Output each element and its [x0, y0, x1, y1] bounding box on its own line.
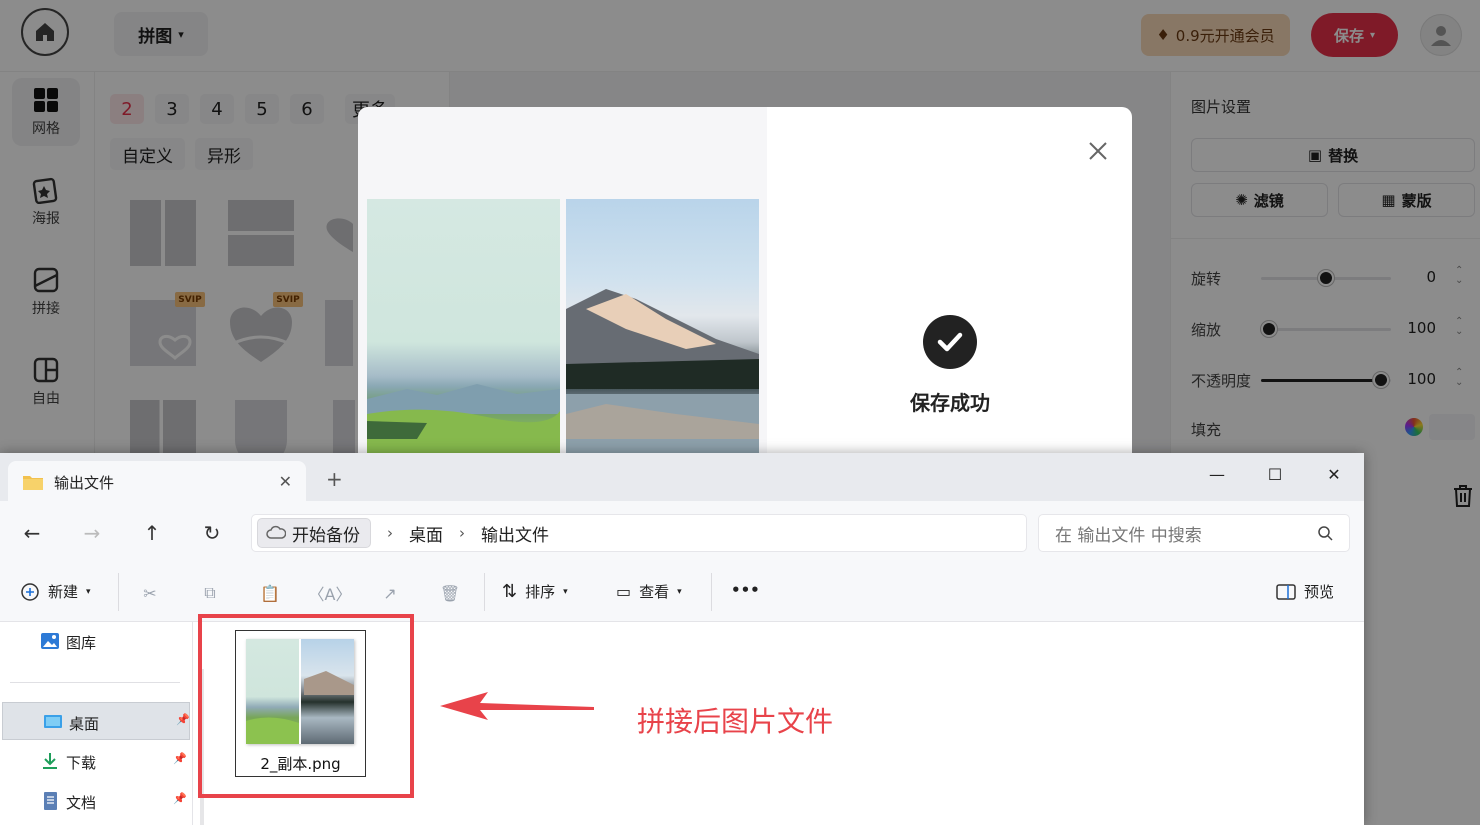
- mountain-lake-image: [566, 289, 759, 459]
- new-label: 新建: [48, 583, 79, 601]
- chevron-down-icon: ▾: [677, 586, 682, 597]
- chevron-right-icon: ›: [459, 524, 465, 542]
- new-button[interactable]: 新建 ▾: [20, 581, 91, 602]
- divider: [118, 573, 119, 611]
- pin-icon: 📌: [173, 792, 187, 805]
- close-icon[interactable]: [1086, 139, 1110, 163]
- documents-icon: [44, 792, 57, 810]
- up-button[interactable]: ↑: [136, 517, 168, 549]
- plus-circle-icon: [21, 582, 39, 601]
- sidebar-item-label: 桌面: [69, 715, 100, 733]
- maximize-button[interactable]: ☐: [1255, 459, 1295, 489]
- preview-area: [358, 107, 767, 467]
- close-window-button[interactable]: ✕: [1314, 459, 1354, 489]
- preview-pane-icon: [1276, 583, 1296, 600]
- share-icon[interactable]: ↗: [379, 582, 401, 604]
- sidebar-item-desktop[interactable]: 桌面 📌: [2, 702, 190, 740]
- tab-bar: 输出文件 ✕ + — ☐ ✕: [0, 453, 1364, 503]
- delete-icon[interactable]: 🗑: [439, 582, 461, 604]
- tab-title: 输出文件: [54, 473, 115, 492]
- annotation-label: 拼接后图片文件: [637, 705, 834, 738]
- gallery-icon: [41, 633, 59, 649]
- breadcrumb-backup[interactable]: 开始备份: [257, 518, 371, 548]
- sidebar-item-label: 图库: [66, 634, 97, 652]
- success-message: 保存成功: [910, 391, 990, 415]
- navigation-pane: 图库 桌面 📌 下载 📌 文档 📌: [0, 622, 193, 825]
- highlight-box: [198, 614, 414, 798]
- close-tab-icon[interactable]: ✕: [279, 472, 292, 491]
- breadcrumb-label: 开始备份: [292, 525, 360, 546]
- forward-button[interactable]: →: [76, 517, 108, 549]
- paste-icon[interactable]: 📋: [259, 582, 281, 604]
- more-options-button[interactable]: •••: [731, 581, 760, 599]
- success-check-icon: [923, 315, 977, 369]
- breadcrumb-desktop[interactable]: 桌面: [409, 521, 443, 546]
- preview-button[interactable]: 预览: [1276, 581, 1334, 602]
- breadcrumb-output[interactable]: 输出文件: [481, 521, 549, 546]
- cloud-icon: [266, 525, 286, 539]
- divider: [10, 682, 180, 683]
- address-bar: ← → ↑ ↻ 开始备份 › 桌面 › 输出文件 在 输出文件 中搜索: [0, 501, 1364, 563]
- search-input[interactable]: 在 输出文件 中搜索: [1038, 514, 1350, 552]
- sidebar-item-label: 下载: [66, 754, 97, 772]
- download-icon: [43, 753, 57, 769]
- desktop-icon: [44, 715, 62, 728]
- search-icon: [1318, 526, 1333, 541]
- refresh-button[interactable]: ↻: [196, 517, 228, 549]
- search-placeholder: 在 输出文件 中搜索: [1055, 525, 1202, 546]
- folder-icon: [23, 476, 43, 490]
- pin-icon: 📌: [173, 752, 187, 765]
- copy-icon[interactable]: ⧉: [199, 582, 221, 604]
- sort-button[interactable]: ⇅ 排序 ▾: [502, 581, 568, 602]
- new-tab-button[interactable]: +: [326, 467, 343, 491]
- back-button[interactable]: ←: [16, 517, 48, 549]
- view-icon: ▭: [616, 582, 632, 601]
- cut-icon[interactable]: ✂: [139, 582, 161, 604]
- chevron-right-icon: ›: [387, 524, 393, 542]
- save-success-modal: 保存成功: [358, 107, 1132, 467]
- breadcrumb[interactable]: 开始备份 › 桌面 › 输出文件: [251, 514, 1027, 552]
- sidebar-item-label: 文档: [66, 794, 97, 812]
- minimize-button[interactable]: —: [1197, 459, 1237, 489]
- view-label: 查看: [639, 583, 670, 601]
- view-button[interactable]: ▭ 查看 ▾: [616, 581, 682, 602]
- tab-output-folder[interactable]: 输出文件 ✕: [8, 461, 306, 503]
- divider: [484, 573, 485, 611]
- sidebar-item-gallery[interactable]: 图库: [0, 622, 190, 660]
- sort-icon: ⇅: [502, 581, 518, 602]
- arrow-left-icon: [440, 692, 594, 720]
- chevron-down-icon: ▾: [86, 586, 91, 597]
- rename-icon[interactable]: 〈A〉: [309, 582, 352, 604]
- preview-photo-right: [566, 199, 759, 459]
- sidebar-item-documents[interactable]: 文档 📌: [0, 782, 190, 820]
- preview-photo-left: [367, 199, 560, 459]
- sidebar-item-downloads[interactable]: 下载 📌: [0, 742, 190, 780]
- divider: [711, 573, 712, 611]
- sort-label: 排序: [525, 583, 556, 601]
- mountain-meadow-image: [367, 384, 560, 459]
- preview-label: 预览: [1304, 583, 1335, 601]
- chevron-down-icon: ▾: [563, 586, 568, 597]
- pin-icon: 📌: [176, 713, 190, 726]
